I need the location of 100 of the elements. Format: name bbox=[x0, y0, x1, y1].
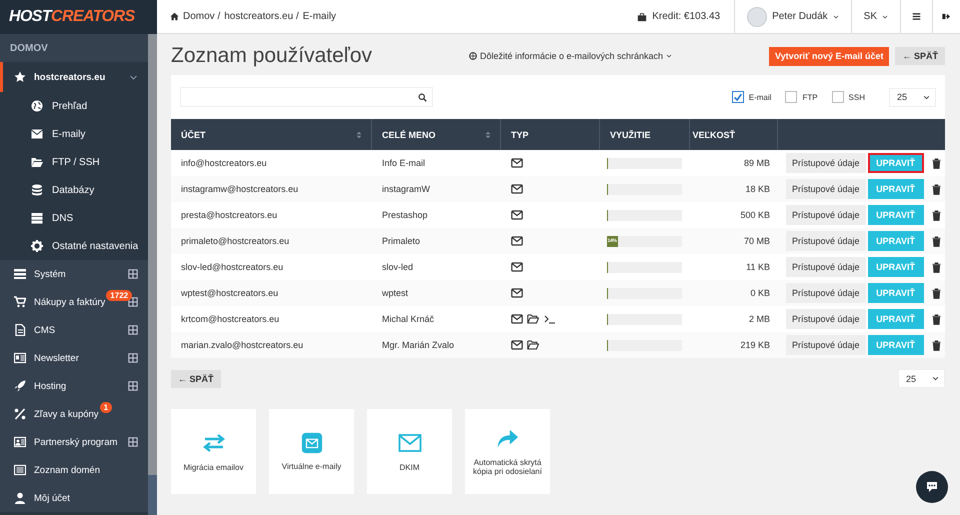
column-header[interactable]: CELÉ MENO bbox=[372, 119, 501, 150]
folder-icon bbox=[31, 156, 43, 168]
credentials-button[interactable]: Prístupové údaje bbox=[786, 205, 866, 225]
chevron-down-icon bbox=[923, 94, 930, 100]
chat-button[interactable] bbox=[916, 471, 948, 503]
speech-bubble-icon bbox=[925, 480, 939, 494]
menu-icon bbox=[912, 12, 921, 21]
credentials-button[interactable]: Prístupové údaje bbox=[786, 231, 866, 251]
share-arrow-icon bbox=[496, 428, 518, 450]
trash-icon bbox=[930, 158, 942, 168]
envelope-icon bbox=[300, 432, 322, 454]
feature-tile[interactable]: Automatická skrytá kópia pri odosielaní bbox=[465, 409, 550, 494]
sidebar-subitem[interactable]: Prehľad bbox=[0, 92, 148, 120]
feature-tile[interactable]: DKIM bbox=[367, 409, 452, 494]
globe-icon bbox=[31, 100, 43, 112]
credentials-button[interactable]: Prístupové údaje bbox=[786, 335, 866, 355]
info-dropdown[interactable]: Dôležité informácie o e-mailových schránkach bbox=[372, 51, 769, 61]
table-cell: instagramW bbox=[372, 176, 501, 202]
sidebar-item[interactable]: Partnerský program bbox=[0, 428, 148, 456]
sidebar-subitem[interactable]: Databázy bbox=[0, 176, 148, 204]
feature-tile[interactable]: Migrácia emailov bbox=[171, 409, 256, 494]
sidebar-subitem[interactable]: FTP / SSH bbox=[0, 148, 148, 176]
tile-label: Automatická skrytá kópia pri odosielaní bbox=[472, 458, 543, 476]
trash-icon bbox=[930, 288, 942, 298]
notification-badge: 1 bbox=[100, 402, 112, 412]
sidebar-subitem[interactable]: DNS bbox=[0, 204, 148, 232]
breadcrumb-link[interactable]: E-maily bbox=[302, 11, 336, 22]
chevron-down-icon bbox=[832, 14, 839, 20]
page-size-select[interactable]: 25 bbox=[889, 88, 936, 106]
percent-icon bbox=[14, 408, 26, 420]
server-icon bbox=[14, 268, 26, 280]
credentials-button[interactable]: Prístupové údaje bbox=[786, 179, 866, 199]
table-cell: Primaleto bbox=[372, 228, 501, 254]
sidebar-item[interactable]: Zoznam domén bbox=[0, 456, 148, 484]
terminal-icon bbox=[543, 313, 557, 325]
feature-tile[interactable]: Virtuálne e-maily bbox=[269, 409, 354, 494]
page-size-select[interactable]: 25 bbox=[898, 369, 945, 388]
sidebar-subitem[interactable]: E-maily bbox=[0, 120, 148, 148]
sort-icon bbox=[355, 130, 363, 140]
search-icon bbox=[418, 92, 427, 102]
back-button[interactable]: ← SPÄŤ bbox=[171, 370, 221, 388]
table-cell: 219 KB bbox=[690, 332, 778, 358]
checkbox[interactable] bbox=[785, 91, 798, 103]
checkbox[interactable] bbox=[832, 91, 844, 103]
sidebar-item[interactable]: CMS bbox=[0, 316, 148, 344]
notification-badge: 1722 bbox=[106, 290, 132, 300]
credentials-button[interactable]: Prístupové údaje bbox=[786, 257, 866, 277]
table-cell: marian.zvalo@hostcreators.eu bbox=[171, 332, 372, 358]
table-cell: 18 KB bbox=[690, 176, 778, 202]
envelope-icon bbox=[31, 128, 43, 140]
chevron-down-icon bbox=[932, 375, 939, 382]
server-icon bbox=[31, 212, 43, 224]
sidebar-item[interactable]: Newsletter bbox=[0, 344, 148, 372]
search-field[interactable] bbox=[180, 87, 433, 107]
checkbox-label: SSH bbox=[848, 92, 865, 102]
scrollbar[interactable] bbox=[148, 34, 157, 515]
column-header[interactable]: ÚČET bbox=[171, 119, 372, 150]
envelope-icon bbox=[511, 313, 523, 325]
sidebar-item[interactable]: Nákupy a faktúry 1722 bbox=[0, 288, 148, 316]
logout-icon bbox=[942, 12, 951, 21]
page-title: Zoznam používateľov bbox=[171, 44, 372, 68]
language-menu[interactable]: SK bbox=[850, 0, 900, 33]
swap-arrows-icon bbox=[202, 431, 226, 455]
list-icon bbox=[14, 464, 26, 476]
tile-label: DKIM bbox=[400, 463, 420, 472]
document-icon bbox=[14, 324, 26, 336]
table-cell: instagramw@hostcreators.eu bbox=[171, 176, 372, 202]
sidebar-item[interactable]: Hosting bbox=[0, 372, 148, 400]
credentials-button[interactable]: Prístupové údaje bbox=[786, 153, 866, 173]
trash-icon bbox=[930, 236, 942, 246]
credentials-button[interactable]: Prístupové údaje bbox=[786, 309, 866, 329]
breadcrumb-link[interactable]: Domov / bbox=[183, 11, 220, 22]
envelope-icon bbox=[511, 157, 523, 169]
column-header: TYP bbox=[501, 119, 600, 150]
chevron-down-icon bbox=[666, 53, 672, 59]
user-menu[interactable]: Peter Dudák bbox=[734, 0, 851, 33]
trash-icon bbox=[930, 314, 942, 324]
star-icon bbox=[14, 71, 26, 83]
checkbox[interactable] bbox=[732, 91, 744, 103]
envelope-icon bbox=[398, 431, 422, 455]
envelope-icon bbox=[511, 209, 523, 221]
column-header: VEĽKOSŤ bbox=[690, 119, 778, 150]
breadcrumb-link[interactable]: hostcreators.eu / bbox=[224, 11, 299, 22]
tile-label: Migrácia emailov bbox=[183, 463, 244, 472]
back-button[interactable]: ← SPÄŤ bbox=[895, 47, 945, 65]
sidebar-item[interactable]: Zľavy a kupóny 1 bbox=[0, 400, 148, 428]
database-icon bbox=[31, 184, 43, 196]
sidebar-item[interactable]: Môj účet bbox=[0, 484, 148, 512]
newsletter-icon bbox=[14, 352, 26, 364]
sidebar-subitem[interactable]: Ostatné nastavenia bbox=[0, 232, 148, 260]
sidebar-item[interactable]: Systém bbox=[0, 260, 148, 288]
envelope-icon bbox=[511, 183, 523, 195]
credentials-button[interactable]: Prístupové údaje bbox=[786, 283, 866, 303]
table-cell: primaleto@hostcreators.eu bbox=[171, 228, 372, 254]
briefcase-icon bbox=[637, 12, 648, 22]
avatar bbox=[747, 6, 768, 26]
trash-icon bbox=[930, 184, 942, 194]
user-icon bbox=[14, 492, 26, 504]
trash-icon bbox=[930, 262, 942, 272]
envelope-icon bbox=[511, 339, 523, 351]
